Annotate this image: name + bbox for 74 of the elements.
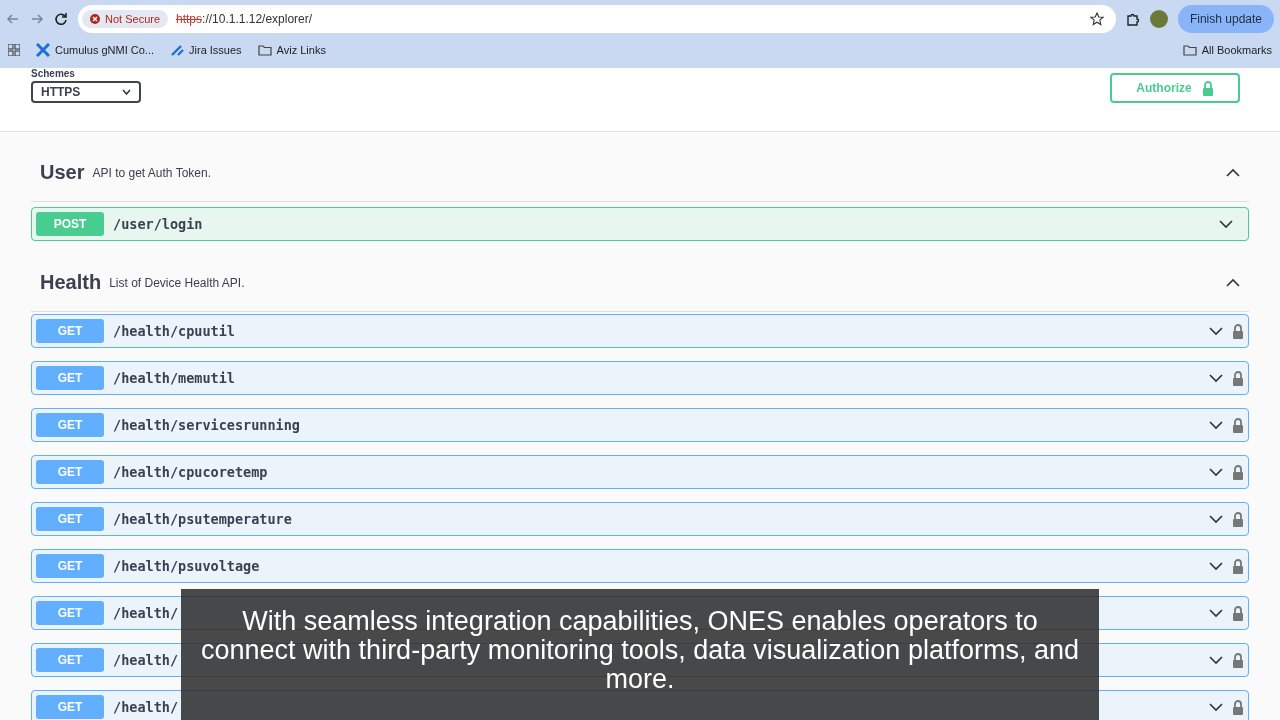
collapse-icon[interactable]: [1226, 168, 1240, 177]
method-badge: GET: [36, 554, 104, 578]
url-field[interactable]: https://10.1.1.12/explorer/: [176, 11, 1082, 26]
apps-icon[interactable]: [8, 44, 20, 56]
lock-icon[interactable]: [1232, 558, 1244, 574]
endpoint-path: /health/memutil: [113, 370, 235, 386]
forward-icon[interactable]: [30, 11, 44, 26]
endpoint-path: /health/servicesrunning: [113, 417, 300, 433]
method-badge: GET: [36, 366, 104, 390]
lock-icon[interactable]: [1232, 511, 1244, 527]
method-badge: GET: [36, 648, 104, 672]
section-description: List of Device Health API.: [109, 275, 246, 290]
lock-icon[interactable]: [1232, 652, 1244, 668]
endpoint-path: /health/cpucoretemp: [113, 464, 268, 480]
bookmark-link[interactable]: Cumulus gNMI Co...: [55, 44, 155, 56]
schemes-select[interactable]: HTTPS: [31, 81, 141, 103]
collapse-icon[interactable]: [1226, 278, 1240, 287]
folder-icon: [1182, 44, 1197, 56]
back-icon[interactable]: [6, 11, 20, 26]
expand-icon[interactable]: [1209, 514, 1223, 524]
expand-icon[interactable]: [1209, 326, 1223, 336]
expand-icon[interactable]: [1209, 420, 1223, 430]
schemes-label: Schemes: [31, 68, 76, 79]
puzzle-icon[interactable]: [1125, 11, 1140, 26]
operation-row[interactable]: GET /health/cpuutil: [31, 314, 1249, 348]
operation-row[interactable]: GET /health/psuvoltage: [31, 549, 1249, 583]
endpoint-path: /health/: [113, 699, 179, 715]
method-badge: GET: [36, 507, 104, 531]
lock-icon[interactable]: [1232, 370, 1244, 386]
method-badge: GET: [36, 695, 104, 719]
method-badge: GET: [36, 601, 104, 625]
avatar-icon[interactable]: [1149, 9, 1168, 28]
method-badge: POST: [36, 212, 104, 236]
section-title[interactable]: User: [40, 161, 85, 184]
caption-text: With seamless integration capabilities, ONES enables operators to connect with third-party monitoring tools, data visualization platforms, and more.: [201, 607, 1079, 694]
expand-icon[interactable]: [1209, 561, 1223, 571]
expand-icon[interactable]: [1209, 608, 1223, 618]
endpoint-path: /health/: [113, 652, 179, 668]
lock-icon[interactable]: [1232, 605, 1244, 621]
method-badge: GET: [36, 319, 104, 343]
lock-icon[interactable]: [1232, 323, 1244, 339]
all-bookmarks-link[interactable]: All Bookmarks: [1201, 44, 1272, 56]
expand-icon[interactable]: [1209, 655, 1223, 665]
section-description: API to get Auth Token.: [92, 165, 212, 180]
endpoint-path: /health/psuvoltage: [113, 558, 260, 574]
endpoint-path: /health/cpuutil: [113, 323, 235, 339]
expand-icon[interactable]: [1219, 219, 1233, 229]
caret-icon: [122, 89, 131, 95]
section-title[interactable]: Health: [40, 271, 102, 294]
expand-icon[interactable]: [1209, 702, 1223, 712]
endpoint-path: /user/login: [113, 216, 203, 232]
lock-icon[interactable]: [1232, 464, 1244, 480]
method-badge: GET: [36, 413, 104, 437]
endpoint-path: /health/psutemperature: [113, 511, 292, 527]
operation-row[interactable]: GET /health/psutemperature: [31, 502, 1249, 536]
bookmark-link[interactable]: Aviz Links: [276, 44, 326, 56]
security-chip[interactable]: Not Secure: [82, 9, 169, 28]
endpoint-path: /health/: [113, 605, 179, 621]
update-button[interactable]: Finish update: [1177, 4, 1274, 33]
method-badge: GET: [36, 460, 104, 484]
expand-icon[interactable]: [1209, 467, 1223, 477]
operation-row[interactable]: GET /health/cpucoretemp: [31, 455, 1249, 489]
lock-icon[interactable]: [1232, 417, 1244, 433]
folder-icon: [257, 44, 272, 56]
lock-icon: [1201, 80, 1214, 96]
bookmark-link[interactable]: Jira Issues: [189, 44, 242, 56]
warning-icon: [90, 13, 100, 24]
operation-row[interactable]: GET /health/servicesrunning: [31, 408, 1249, 442]
star-icon[interactable]: [1089, 11, 1104, 26]
lock-icon[interactable]: [1232, 699, 1244, 715]
expand-icon[interactable]: [1209, 373, 1223, 383]
reload-icon[interactable]: [54, 11, 68, 26]
cross-icon: [36, 43, 50, 57]
operation-row[interactable]: GET /health/memutil: [31, 361, 1249, 395]
